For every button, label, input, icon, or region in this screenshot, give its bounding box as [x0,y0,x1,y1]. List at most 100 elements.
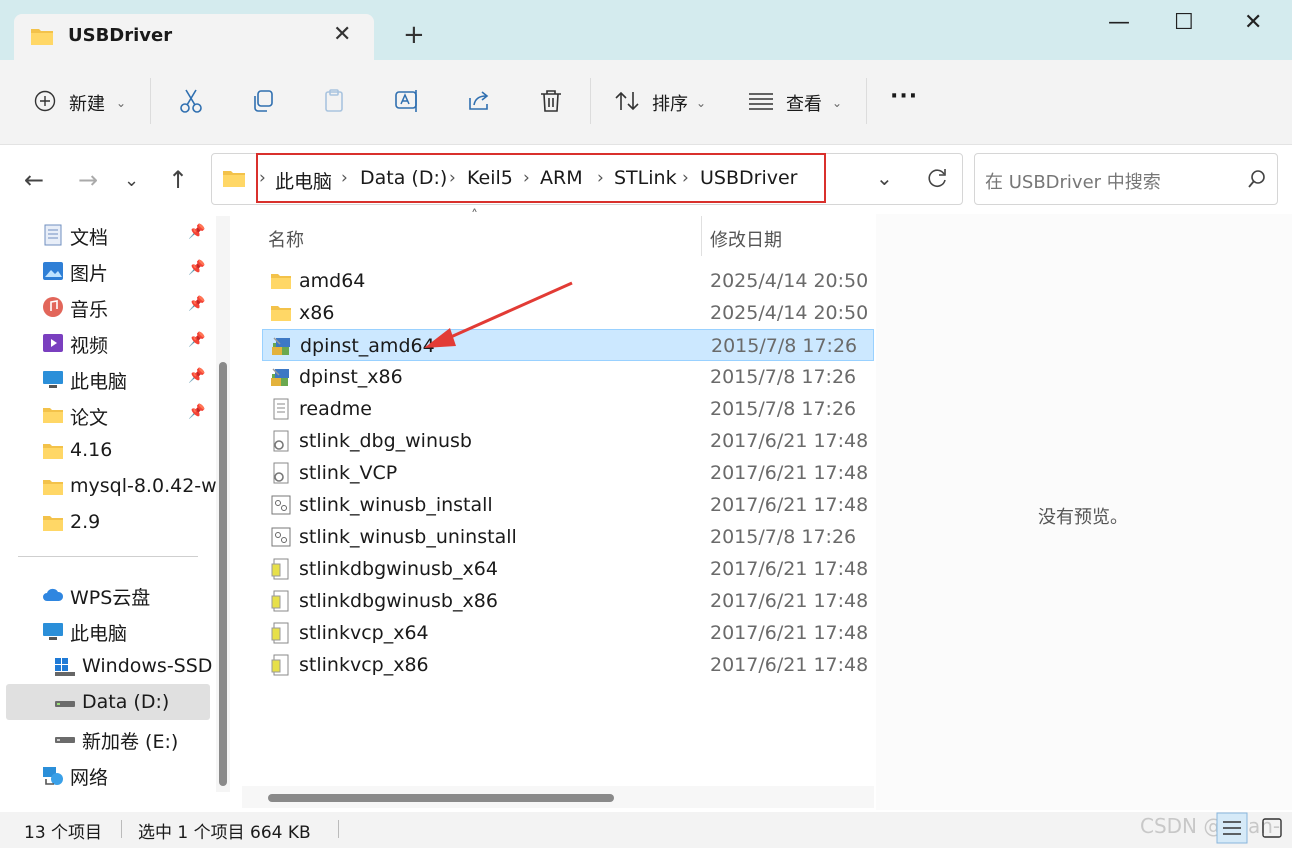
tab-title: USBDriver [68,25,173,46]
sidebar-item-network[interactable]: 网络 [34,758,214,792]
sidebar-item-new-volume-e[interactable]: 新加卷 (E:) [46,722,226,756]
windows-drive-icon [55,658,75,676]
file-date-modified: 2017/6/21 17:48 [710,462,869,484]
file-row[interactable]: stlinkvcp_x64 2017/6/21 17:48 [262,617,874,649]
pictures-icon [43,262,63,280]
chevron-down-icon: ⌄ [832,96,843,110]
delete-icon[interactable] [538,88,564,114]
paste-icon[interactable] [322,88,348,114]
sidebar-item-this-pc[interactable]: 此电脑 [34,614,214,648]
sidebar-item-mysql[interactable]: mysql-8.0.42-wi [34,470,222,504]
cut-icon[interactable] [178,88,204,114]
folder-icon [43,408,63,423]
column-header-name[interactable]: 名称 [268,226,304,252]
file-row[interactable]: stlink_dbg_winusb 2017/6/21 17:48 [262,425,874,457]
folder-icon [31,29,53,45]
sidebar-item-data-d[interactable]: Data (D:) [46,686,226,720]
toolbar-divider [150,78,151,124]
column-header-date-modified[interactable]: 修改日期 [710,226,782,252]
file-row[interactable]: dpinst_x86 2015/7/8 17:26 [262,361,874,393]
refresh-icon[interactable] [925,166,949,190]
sidebar-scrollbar-thumb[interactable] [219,362,227,786]
minimize-button[interactable]: — [1108,10,1130,35]
copy-icon[interactable] [250,88,276,114]
file-name: amd64 [299,270,366,292]
sidebar-item-label: 论文 [70,407,109,429]
batch-file-icon [271,527,291,547]
new-label: 新建 [69,94,105,115]
new-tab-button[interactable]: + [403,21,425,49]
chevron-down-icon: ⌄ [116,96,127,110]
up-arrow-icon[interactable]: ↑ [168,166,188,194]
sort-button[interactable]: 排序 ⌄ [606,80,716,122]
sidebar-item-label: 2.9 [70,511,101,533]
file-date-modified: 2025/4/14 20:50 [710,302,869,324]
file-row[interactable]: stlinkvcp_x86 2017/6/21 17:48 [262,649,874,681]
sidebar-item-windows-ssd[interactable]: Windows-SSD ( [46,650,226,684]
sort-label: 排序 [652,94,688,115]
file-date-modified: 2017/6/21 17:48 [710,558,869,580]
file-date-modified: 2015/7/8 17:26 [710,526,857,548]
sidebar-item-this-pc-pinned[interactable]: 此电脑 📌 [34,362,214,396]
item-count: 13 个项目 [24,823,103,843]
sidebar-item-label: 文档 [70,227,109,249]
sidebar-item-pictures[interactable]: 图片 📌 [34,254,214,288]
close-window-button[interactable]: ✕ [1244,10,1262,35]
sidebar-item-folder-4-16[interactable]: 4.16 [34,434,214,468]
pin-icon: 📌 [188,404,206,420]
back-arrow-icon[interactable]: ← [24,166,44,194]
new-button[interactable]: 新建 ⌄ [24,80,134,122]
catalog-file-icon [271,654,289,676]
details-view-icon[interactable] [1216,812,1248,844]
recent-chevron-icon[interactable]: ⌄ [124,170,139,191]
address-history-chevron-icon[interactable]: ⌄ [876,166,893,190]
sidebar-item-wps-cloud[interactable]: WPS云盘 [34,578,214,612]
file-row[interactable]: stlink_winusb_uninstall 2015/7/8 17:26 [262,521,874,553]
sidebar-item-videos[interactable]: 视频 📌 [34,326,214,360]
folder-icon [271,306,291,321]
search-icon[interactable] [1247,169,1267,189]
drive-icon [55,701,75,707]
pin-icon: 📌 [188,368,206,384]
status-divider [121,820,122,838]
this-pc-icon [43,623,63,640]
sidebar-item-label: 图片 [70,263,109,285]
folder-icon [271,274,291,289]
horizontal-scrollbar-thumb[interactable] [268,794,614,802]
file-name: stlinkvcp_x64 [299,622,429,644]
sidebar-divider [18,556,198,557]
tab-close-icon[interactable]: ✕ [333,22,351,47]
search-input[interactable]: 在 USBDriver 中搜索 [985,168,1161,194]
sidebar-item-label: 网络 [70,767,109,789]
sidebar-item-thesis[interactable]: 论文 📌 [34,398,214,432]
sort-ascending-icon: ˄ [471,208,478,224]
file-name: readme [299,398,372,420]
sidebar-item-label: 音乐 [70,299,109,321]
more-options-button[interactable]: ··· [890,84,918,109]
maximize-button[interactable]: ☐ [1174,10,1194,35]
file-row[interactable]: readme 2015/7/8 17:26 [262,393,874,425]
share-icon[interactable] [466,88,492,114]
sidebar-item-folder-2-9[interactable]: 2.9 [34,506,214,540]
sidebar-item-documents[interactable]: 文档 📌 [34,218,214,252]
text-file-icon [273,398,289,420]
forward-arrow-icon[interactable]: → [78,166,98,194]
tiles-view-icon[interactable] [1258,814,1286,842]
sidebar-item-music[interactable]: 音乐 📌 [34,290,214,324]
file-row[interactable]: stlinkdbgwinusb_x64 2017/6/21 17:48 [262,553,874,585]
catalog-file-icon [271,590,289,612]
file-row[interactable]: stlink_winusb_install 2017/6/21 17:48 [262,489,874,521]
file-row[interactable]: stlinkdbgwinusb_x86 2017/6/21 17:48 [262,585,874,617]
music-icon [43,297,63,317]
file-date-modified: 2017/6/21 17:48 [710,622,869,644]
cloud-icon [43,588,64,601]
folder-icon [43,444,63,459]
view-button[interactable]: 查看 ⌄ [740,80,850,122]
column-divider[interactable] [701,216,702,256]
documents-icon [44,224,62,246]
status-divider [338,820,339,838]
file-name: stlinkdbgwinusb_x86 [299,590,498,612]
rename-icon[interactable] [394,88,422,114]
annotation-arrow [424,281,573,348]
file-row[interactable]: stlink_VCP 2017/6/21 17:48 [262,457,874,489]
